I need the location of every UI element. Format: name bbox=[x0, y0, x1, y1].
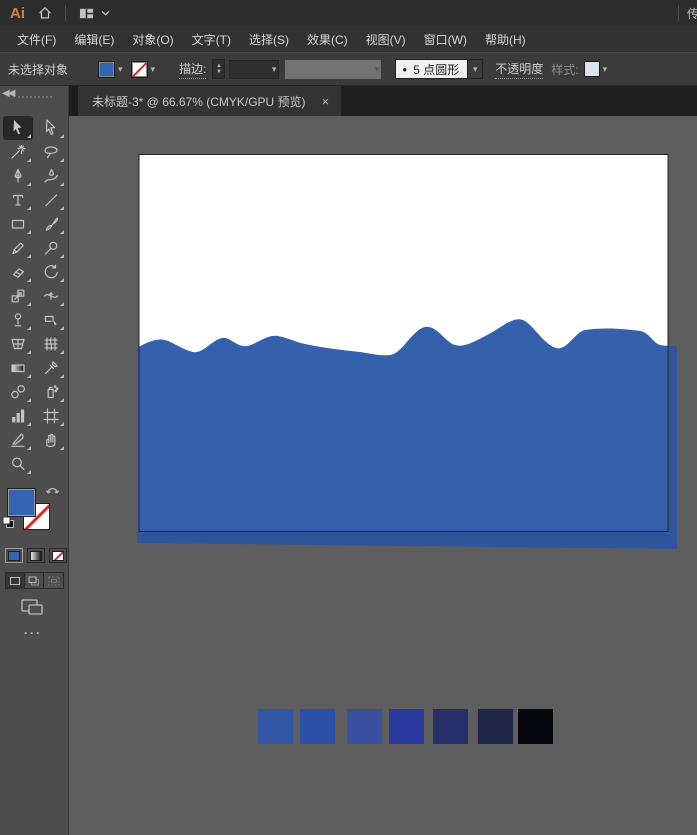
drawing-mode-buttons bbox=[5, 572, 64, 589]
blue-swatch-7[interactable] bbox=[518, 709, 553, 744]
color-swatch-row bbox=[258, 709, 553, 744]
swap-fill-stroke-icon[interactable] bbox=[45, 484, 60, 498]
selection-status-label: 未选择对象 bbox=[8, 62, 69, 77]
tools-panel: ◀◀ ··· bbox=[0, 86, 69, 835]
panel-grip-handle[interactable] bbox=[18, 96, 52, 98]
color-type-buttons bbox=[5, 548, 67, 563]
brush-name: 5 点圆形 bbox=[413, 62, 460, 77]
menu-item[interactable]: 视图(V) bbox=[357, 27, 415, 52]
none-button[interactable] bbox=[49, 548, 67, 563]
rotate-tool[interactable] bbox=[36, 260, 66, 284]
topbar-partial-text: 传 bbox=[687, 6, 697, 21]
blue-swatch-1[interactable] bbox=[258, 709, 293, 744]
zoom-tool[interactable] bbox=[3, 452, 33, 476]
puppet-warp-tool[interactable] bbox=[3, 308, 33, 332]
hand-tool[interactable] bbox=[36, 428, 66, 452]
pen-tool[interactable] bbox=[3, 164, 33, 188]
collapse-panel-icon[interactable]: ◀◀ bbox=[2, 88, 15, 99]
color-button[interactable] bbox=[5, 548, 23, 563]
style-chevron-down-icon[interactable]: ▾ bbox=[603, 64, 608, 75]
illustrator-logo: Ai bbox=[10, 4, 25, 22]
slice-tool[interactable] bbox=[3, 428, 33, 452]
blend-tool[interactable] bbox=[3, 380, 33, 404]
menu-item[interactable]: 窗口(W) bbox=[415, 27, 476, 52]
menu-item[interactable]: 编辑(E) bbox=[65, 27, 123, 52]
eyedropper-tool[interactable] bbox=[36, 356, 66, 380]
width-profile-dropdown: ▾ bbox=[285, 59, 382, 79]
shaper-tool[interactable] bbox=[36, 236, 66, 260]
eraser-tool[interactable] bbox=[3, 260, 33, 284]
default-fill-stroke-icon[interactable] bbox=[2, 516, 15, 532]
width-tool[interactable] bbox=[36, 284, 66, 308]
stroke-weight-label[interactable]: 描边: bbox=[179, 60, 207, 79]
draw-behind-button[interactable] bbox=[25, 573, 44, 588]
pencil-tool[interactable] bbox=[3, 236, 33, 260]
lasso-tool[interactable] bbox=[36, 140, 66, 164]
menu-bar: 文件(F) 编辑(E) 对象(O) 文字(T) 选择(S) 效果(C) 视图(V) 窗口(W)… bbox=[0, 26, 697, 52]
menu-item[interactable]: 文件(F) bbox=[8, 27, 65, 52]
perspective-grid-tool[interactable] bbox=[3, 332, 33, 356]
document-tab[interactable]: 未标题-3* @ 66.67% (CMYK/GPU 预览) × bbox=[78, 86, 342, 116]
paintbrush-tool[interactable] bbox=[36, 212, 66, 236]
menu-item[interactable]: 效果(C) bbox=[298, 27, 357, 52]
fill-color-swatch[interactable] bbox=[98, 60, 116, 78]
artboard-tool[interactable] bbox=[36, 404, 66, 428]
workspace-chevron-down-icon[interactable] bbox=[98, 3, 112, 23]
shape-builder-tool[interactable] bbox=[36, 308, 66, 332]
draw-inside-button[interactable] bbox=[44, 573, 63, 588]
curvature-tool[interactable] bbox=[36, 164, 66, 188]
width-profile-chevron-down-icon: ▾ bbox=[374, 63, 380, 74]
opacity-label[interactable]: 不透明度 bbox=[495, 60, 544, 79]
fill-chevron-down-icon[interactable]: ▾ bbox=[118, 64, 123, 75]
line-segment-tool[interactable] bbox=[36, 188, 66, 212]
artboard-artwork[interactable] bbox=[137, 154, 682, 556]
workspace-switcher-icon[interactable] bbox=[74, 3, 98, 23]
topbar-divider bbox=[65, 5, 66, 21]
menu-item[interactable]: 文字(T) bbox=[183, 27, 240, 52]
home-icon[interactable] bbox=[33, 3, 57, 23]
blue-swatch-4[interactable] bbox=[389, 709, 424, 744]
blue-swatch-6[interactable] bbox=[478, 709, 513, 744]
screen-mode-icon[interactable] bbox=[20, 598, 46, 619]
type-tool[interactable] bbox=[3, 188, 33, 212]
blue-swatch-2[interactable] bbox=[300, 709, 335, 744]
rectangle-tool[interactable] bbox=[3, 212, 33, 236]
wave-shape[interactable] bbox=[137, 319, 677, 549]
stroke-color-swatch[interactable] bbox=[130, 60, 148, 78]
document-tab-bar: 未标题-3* @ 66.67% (CMYK/GPU 预览) × bbox=[69, 86, 697, 116]
tab-close-icon[interactable]: × bbox=[320, 94, 332, 109]
magic-wand-tool[interactable] bbox=[3, 140, 33, 164]
gradient-button[interactable] bbox=[27, 548, 45, 563]
draw-normal-button[interactable] bbox=[6, 573, 25, 588]
illustrator-window: Ai 传 文件(F) 编辑(E) 对象(O) 文字(T) 选择(S) 效果(C) 视图(V)… bbox=[0, 0, 697, 835]
edit-toolbar-ellipsis[interactable]: ··· bbox=[24, 626, 42, 640]
menu-item[interactable]: 对象(O) bbox=[123, 27, 182, 52]
control-bar: 未选择对象 ▾ ▾ 描边: ▲ ▼ ▾ ▾ ● 5 点圆形 ▾ 不透明度 样式: … bbox=[0, 52, 697, 86]
symbol-sprayer-tool[interactable] bbox=[36, 380, 66, 404]
gradient-tool[interactable] bbox=[3, 356, 33, 380]
style-label: 样式: bbox=[551, 62, 579, 77]
stroke-weight-stepper[interactable]: ▲ ▼ bbox=[212, 59, 226, 79]
menu-item[interactable]: 选择(S) bbox=[240, 27, 298, 52]
document-tab-title: 未标题-3* @ 66.67% (CMYK/GPU 预览) bbox=[92, 94, 306, 109]
style-swatch[interactable] bbox=[583, 61, 600, 77]
brush-definition-dropdown[interactable]: ● 5 点圆形 bbox=[395, 59, 469, 79]
fill-stroke-control bbox=[0, 484, 69, 544]
mesh-tool[interactable] bbox=[36, 332, 66, 356]
blue-swatch-3[interactable] bbox=[347, 709, 382, 744]
stroke-weight-chevron-down-icon: ▾ bbox=[271, 63, 277, 74]
blue-swatch-5[interactable] bbox=[433, 709, 468, 744]
scale-tool[interactable] bbox=[3, 284, 33, 308]
brush-chevron-down-icon[interactable]: ▾ bbox=[468, 59, 484, 79]
stroke-chevron-down-icon[interactable]: ▾ bbox=[151, 64, 156, 75]
brush-preview-dot: ● bbox=[402, 64, 408, 74]
stroke-weight-dropdown[interactable]: ▾ bbox=[229, 59, 280, 79]
menu-item[interactable]: 帮助(H) bbox=[476, 27, 535, 52]
fill-indicator[interactable] bbox=[7, 488, 36, 517]
topbar-right-divider bbox=[678, 5, 679, 21]
app-bar: Ai 传 bbox=[0, 0, 697, 26]
direct-selection-tool[interactable] bbox=[36, 116, 66, 140]
column-graph-tool[interactable] bbox=[3, 404, 33, 428]
selection-tool[interactable] bbox=[2, 116, 33, 140]
